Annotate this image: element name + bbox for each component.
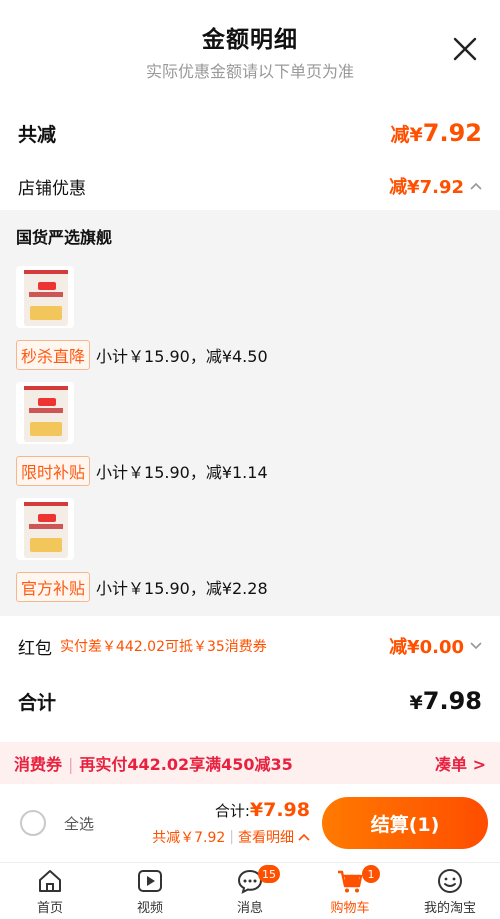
shop-discount-row[interactable]: 店铺优惠 减¥7.92 — [0, 166, 500, 210]
red-packet-hint: 实付差￥442.02可抵￥35消费券 — [60, 639, 267, 655]
sum-prefix: ¥ — [409, 692, 423, 714]
total-discount-amount: 减¥7.92 — [391, 119, 482, 147]
checkout-saved: 共减￥7.92 — [152, 830, 226, 846]
red-packet-value: 减¥0.00 — [389, 637, 464, 658]
product-thumbnail[interactable] — [16, 382, 74, 444]
messages-badge: 15 — [258, 865, 280, 883]
tab-label: 视频 — [136, 900, 163, 916]
discount-item: 限时补贴 小计￥15.90，减¥1.14 — [16, 382, 484, 486]
profile-icon — [438, 868, 462, 893]
red-packet-row[interactable]: 红包 实付差￥442.02可抵￥35消费券 减¥0.00 — [0, 616, 500, 676]
coupon-tag: 消费券 — [14, 755, 63, 774]
add-items-link[interactable]: 凑单 > — [435, 751, 486, 775]
select-all-label[interactable]: 全选 — [64, 813, 94, 834]
total-discount-row: 共减 减¥7.92 — [0, 100, 500, 166]
shop-name: 国货严选旗舰 — [16, 228, 113, 247]
tab-label: 我的淘宝 — [423, 900, 476, 916]
shop-discount-value: 减¥7.92 — [389, 177, 464, 198]
discount-detail: 小计￥15.90，减¥1.14 — [96, 463, 268, 482]
checkout-sum-value: ¥7.98 — [249, 799, 310, 821]
view-detail-link[interactable]: 查看明细 — [238, 827, 294, 847]
cart-badge: 1 — [362, 865, 380, 883]
shop-discount-label: 店铺优惠 — [18, 178, 86, 199]
checkout-bar: 全选 合计:¥7.98 共减￥7.92 | 查看明细 结算(1) — [0, 784, 500, 862]
tab-label: 首页 — [36, 900, 63, 916]
tab-video[interactable]: 视频 — [100, 863, 200, 919]
product-thumbnail[interactable] — [16, 498, 74, 560]
modal-header: 金额明细 实际优惠金额请以下单页为准 — [0, 0, 500, 100]
tab-cart[interactable]: 1 购物车 — [300, 863, 400, 919]
page-subtitle: 实际优惠金额请以下单页为准 — [145, 62, 354, 81]
tab-profile[interactable]: 我的淘宝 — [400, 863, 500, 919]
close-icon[interactable] — [452, 36, 478, 62]
discount-tag: 官方补贴 — [16, 572, 91, 602]
sum-value: 7.98 — [422, 687, 482, 715]
sum-label: 合计 — [18, 691, 57, 714]
checkout-sum-label: 合计: — [214, 802, 250, 820]
home-icon — [39, 869, 61, 892]
select-all-checkbox[interactable] — [20, 810, 46, 836]
total-discount-value: 7.92 — [422, 119, 482, 147]
shop-discount-amount[interactable]: 减¥7.92 — [389, 173, 482, 199]
tab-messages[interactable]: 15 消息 — [200, 863, 300, 919]
bottom-tab-bar: 首页 视频 15 消息 1 购物车 我的淘宝 — [0, 862, 500, 919]
chevron-up-icon[interactable] — [298, 833, 310, 841]
tab-home[interactable]: 首页 — [0, 863, 100, 919]
cart-icon — [338, 870, 363, 892]
discount-detail: 小计￥15.90，减¥2.28 — [96, 579, 268, 598]
coupon-bar[interactable]: 消费券 | 再实付442.02享满450减35 凑单 > — [0, 742, 500, 784]
checkout-totals: 合计:¥7.98 共减￥7.92 | 查看明细 — [152, 799, 310, 847]
chevron-up-icon[interactable] — [470, 182, 482, 190]
sum-amount: ¥7.98 — [410, 687, 482, 715]
sum-row: 合计 ¥7.98 — [0, 676, 500, 726]
discount-item: 秒杀直降 小计￥15.90，减¥4.50 — [16, 266, 484, 370]
total-discount-prefix: 减¥ — [390, 124, 423, 146]
tab-label: 消息 — [236, 900, 263, 916]
total-discount-label: 共减 — [18, 123, 57, 146]
red-packet-amount[interactable]: 减¥0.00 — [389, 633, 482, 659]
chevron-down-icon[interactable] — [470, 642, 482, 650]
discount-tag: 秒杀直降 — [16, 340, 91, 370]
discount-tag: 限时补贴 — [16, 456, 91, 486]
page-title: 金额明细 — [202, 27, 298, 53]
discount-detail: 小计￥15.90，减¥4.50 — [96, 347, 268, 366]
product-thumbnail[interactable] — [16, 266, 74, 328]
tab-label: 购物车 — [330, 900, 370, 916]
video-icon — [138, 869, 162, 892]
discount-item: 官方补贴 小计￥15.90，减¥2.28 — [16, 498, 484, 602]
coupon-text: 再实付442.02享满450减35 — [79, 755, 293, 774]
shop-detail-panel: 国货严选旗舰 秒杀直降 小计￥15.90，减¥4.50 限时补贴 小计￥15.9… — [0, 210, 500, 616]
red-packet-label: 红包 — [18, 638, 52, 659]
checkout-button[interactable]: 结算(1) — [322, 797, 488, 849]
